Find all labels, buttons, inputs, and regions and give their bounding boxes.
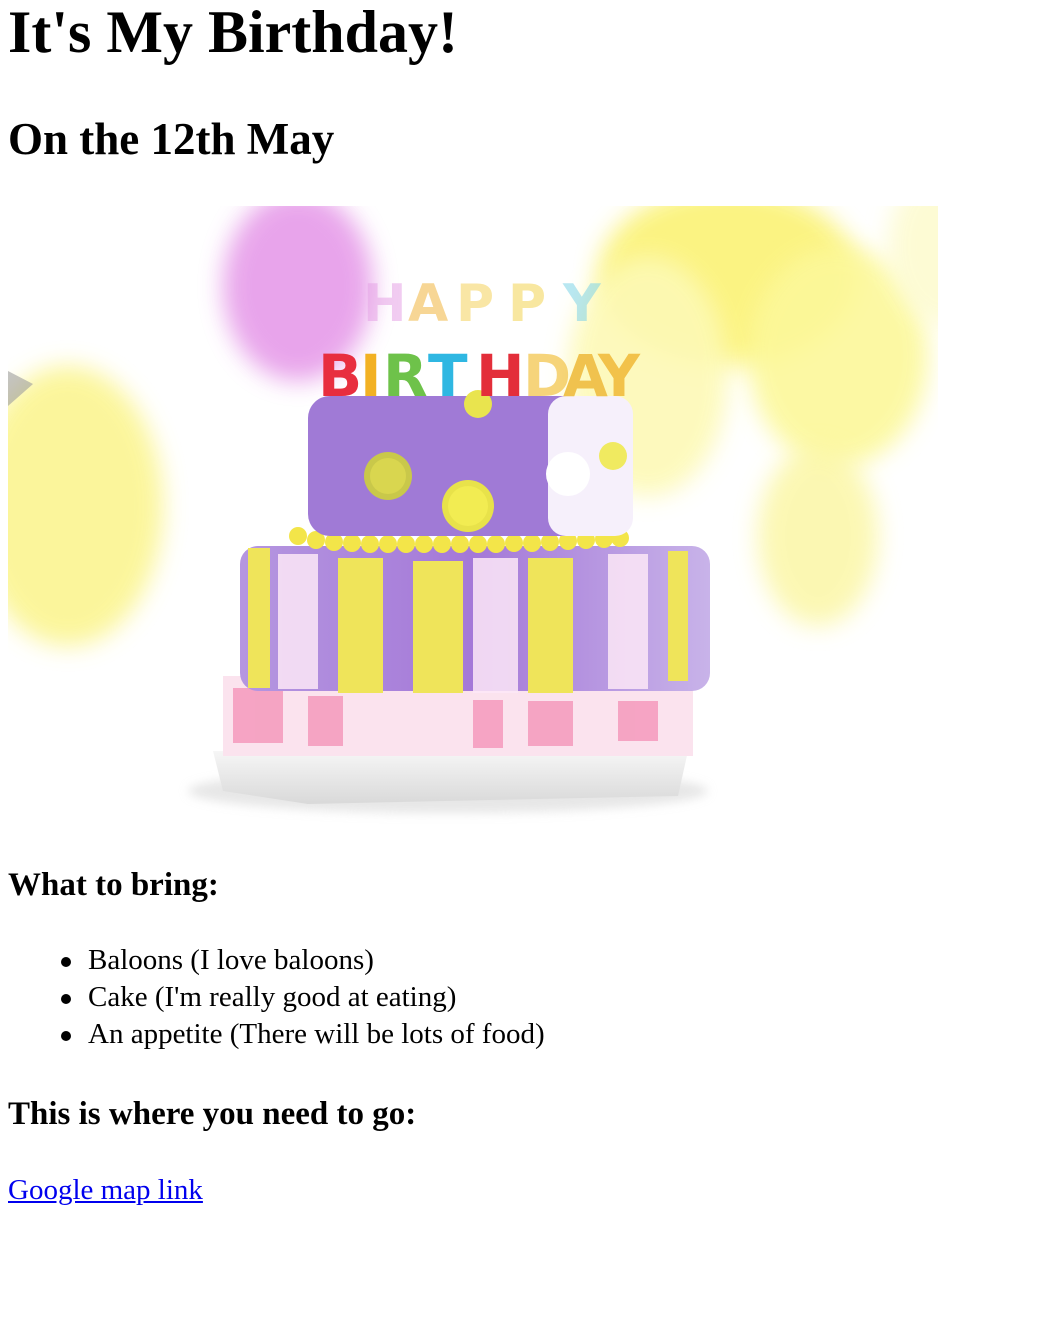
bullet-icon bbox=[61, 957, 71, 967]
svg-text:Y: Y bbox=[562, 274, 602, 334]
svg-text:A: A bbox=[408, 274, 448, 334]
svg-text:H: H bbox=[363, 274, 407, 334]
list-item-text: An appetite (There will be lots of food) bbox=[88, 1018, 545, 1050]
svg-text:T: T bbox=[428, 342, 468, 410]
birthday-cake-image: H A P P Y B I R T H D A Y bbox=[8, 206, 938, 826]
bullet-icon bbox=[61, 994, 71, 1004]
cake-top-tier bbox=[308, 390, 633, 536]
svg-text:P: P bbox=[508, 274, 546, 334]
page-title: It's My Birthday! bbox=[8, 0, 458, 65]
cake-plate bbox=[188, 676, 708, 813]
directions-heading: This is where you need to go: bbox=[8, 1096, 417, 1132]
list-item-text: Baloons (I love baloons) bbox=[88, 944, 374, 976]
party-date: On the 12th May bbox=[8, 114, 335, 164]
bullet-icon bbox=[61, 1031, 71, 1041]
svg-text:B: B bbox=[318, 342, 362, 410]
list-item: Baloons (I love baloons) bbox=[61, 942, 545, 979]
svg-text:H: H bbox=[476, 342, 525, 410]
svg-text:R: R bbox=[383, 342, 428, 410]
list-item: Cake (I'm really good at eating) bbox=[61, 979, 545, 1016]
bring-list: Baloons (I love baloons) Cake (I'm reall… bbox=[8, 942, 545, 1053]
list-item-text: Cake (I'm really good at eating) bbox=[88, 981, 457, 1013]
what-to-bring-heading: What to bring: bbox=[8, 867, 219, 903]
list-item: An appetite (There will be lots of food) bbox=[61, 1016, 545, 1053]
google-map-link[interactable]: Google map link bbox=[8, 1172, 203, 1208]
svg-text:I: I bbox=[360, 342, 382, 410]
cake-bottom-tier bbox=[240, 527, 710, 693]
candles: H A P P Y B I R T H D A Y bbox=[318, 274, 641, 410]
svg-text:P: P bbox=[456, 274, 494, 334]
svg-text:Y: Y bbox=[597, 342, 641, 410]
birthday-cake-illustration: H A P P Y B I R T H D A Y bbox=[8, 206, 938, 813]
